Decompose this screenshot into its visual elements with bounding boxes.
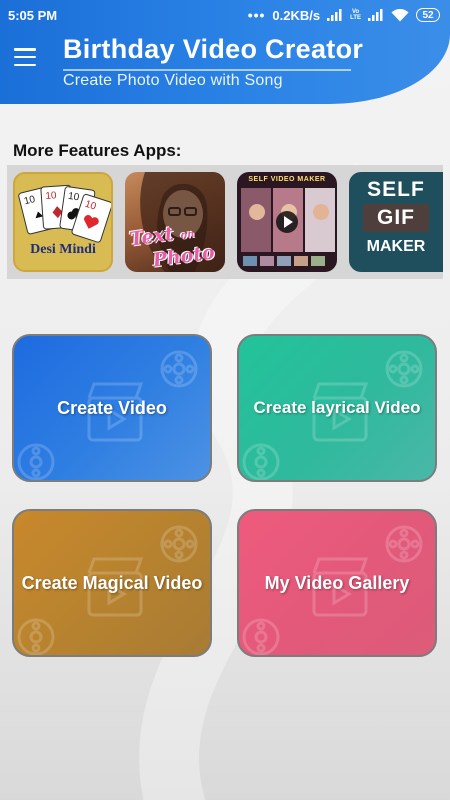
status-bar: 5:05 PM ••• 0.2KB/s Vo LTE 52 <box>0 0 450 30</box>
wifi-icon <box>391 8 409 21</box>
status-time: 5:05 PM <box>8 7 58 23</box>
gif-maker-text: MAKER <box>366 238 426 255</box>
self-video-maker-app-icon[interactable]: SELF VIDEO MAKER <box>237 172 337 272</box>
self-video-maker-label: SELF VIDEO MAKER <box>248 176 326 183</box>
hamburger-menu-icon[interactable] <box>12 46 38 68</box>
create-magical-video-label: Create Magical Video <box>21 572 203 593</box>
more-features-label: More Features Apps: <box>13 141 182 160</box>
my-video-gallery-label: My Video Gallery <box>264 572 410 593</box>
create-magical-video-button[interactable]: Create Magical Video <box>12 509 212 657</box>
gif-self-text: SELF <box>367 178 425 201</box>
volte-bottom: LTE <box>350 15 361 21</box>
more-apps-carousel[interactable]: 10 10 10 10 Desi Mindi Text on Photo SEL… <box>7 165 443 279</box>
signal-icon <box>327 9 342 21</box>
status-indicators: ••• 0.2KB/s Vo LTE 52 <box>248 7 440 23</box>
volte-indicator: Vo LTE <box>350 9 361 21</box>
text-on-photo-app-icon[interactable]: Text on Photo <box>125 172 225 272</box>
create-lyrical-video-button[interactable]: Create layrical Video <box>237 334 437 482</box>
app-subtitle: Create Photo Video with Song <box>63 72 283 89</box>
signal-icon-2 <box>368 9 383 21</box>
create-video-button[interactable]: Create Video <box>12 334 212 482</box>
desi-mindi-app-icon[interactable]: 10 10 10 10 Desi Mindi <box>13 172 113 272</box>
network-speed: 0.2KB/s <box>272 7 321 23</box>
svg-text:10: 10 <box>67 191 80 204</box>
notification-dots: ••• <box>247 7 266 23</box>
create-lyrical-video-label: Create layrical Video <box>253 398 421 417</box>
battery-indicator: 52 <box>416 8 440 22</box>
my-video-gallery-button[interactable]: My Video Gallery <box>237 509 437 657</box>
video-collage-icon <box>241 188 335 266</box>
app-title: Birthday Video Creator <box>63 34 364 64</box>
gif-gif-text: GIF <box>363 204 429 232</box>
text-on-photo-label: Text on Photo <box>128 222 217 272</box>
create-video-label: Create Video <box>57 397 167 418</box>
title-divider <box>63 69 351 71</box>
svg-text:10: 10 <box>45 190 57 202</box>
self-gif-maker-app-icon[interactable]: SELF GIF MAKER <box>349 172 443 272</box>
desi-mindi-label: Desi Mindi <box>30 242 96 257</box>
